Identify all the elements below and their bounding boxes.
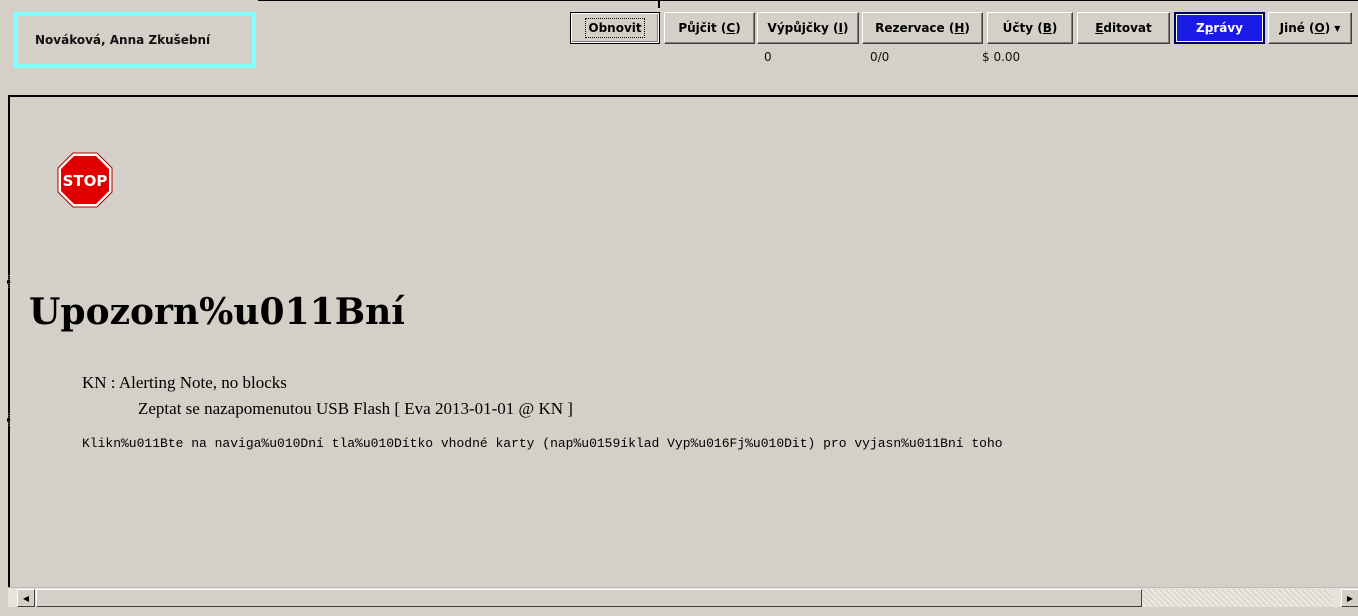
splitter-arrow-icon[interactable] — [7, 275, 11, 289]
checkout-button[interactable]: Půjčit (C) — [664, 12, 755, 44]
pane-left-border — [8, 97, 10, 616]
bottom-strip — [0, 607, 1358, 616]
alert-pane — [0, 97, 1358, 587]
patron-name-box[interactable]: Nováková, Anna Zkušební — [14, 12, 256, 68]
stop-sign-icon: STOP — [57, 152, 113, 208]
messages-button[interactable]: Zprávy — [1174, 12, 1265, 44]
bills-button[interactable]: Účty (B) — [987, 12, 1073, 44]
alert-instruction: Klikn%u011Bte na naviga%u010Dní tla%u010… — [82, 436, 1003, 451]
alert-note-title: KN : Alerting Note, no blocks — [82, 373, 287, 392]
dropdown-arrow-icon: ▼ — [1334, 23, 1341, 33]
checkout-label: Půjčit (C) — [678, 21, 741, 35]
items-out-label: Výpůjčky (I) — [767, 21, 849, 35]
edit-button[interactable]: Editovat — [1077, 12, 1170, 44]
other-menu-button[interactable]: Jiné (O) ▼ — [1268, 12, 1352, 44]
holds-label: Rezervace (H) — [875, 21, 970, 35]
stop-sign-text: STOP — [63, 172, 108, 190]
bills-label: Účty (B) — [1002, 21, 1058, 35]
scrollbar-thumb[interactable] — [36, 589, 1142, 607]
top-border — [258, 0, 1358, 1]
top-tick — [658, 0, 660, 8]
scroll-left-icon[interactable]: ◀ — [17, 589, 35, 607]
horizontal-scrollbar[interactable]: ◀ ▶ — [8, 587, 1358, 607]
holds-count: 0/0 — [870, 50, 890, 64]
refresh-button[interactable]: Obnovit — [570, 12, 660, 44]
edit-label: Editovat — [1095, 21, 1152, 35]
holds-button[interactable]: Rezervace (H) — [862, 12, 983, 44]
scroll-right-icon[interactable]: ▶ — [1341, 589, 1358, 607]
items-out-button[interactable]: Výpůjčky (I) — [757, 12, 859, 44]
splitter-arrow-icon[interactable] — [7, 413, 11, 427]
alert-note-detail: Zeptat se nazapomenutou USB Flash [ Eva … — [138, 399, 573, 418]
refresh-label: Obnovit — [585, 18, 645, 38]
alert-heading: Upozorn%u011Bní — [29, 291, 405, 333]
patron-name: Nováková, Anna Zkušební — [35, 33, 211, 47]
items-out-count: 0 — [764, 50, 772, 64]
patron-header: Nováková, Anna Zkušební Obnovit Půjčit (… — [0, 0, 1358, 96]
other-label: Jiné (O) — [1279, 21, 1331, 35]
bills-amount: $ 0.00 — [982, 50, 1021, 64]
messages-label: Zprávy — [1196, 21, 1243, 35]
